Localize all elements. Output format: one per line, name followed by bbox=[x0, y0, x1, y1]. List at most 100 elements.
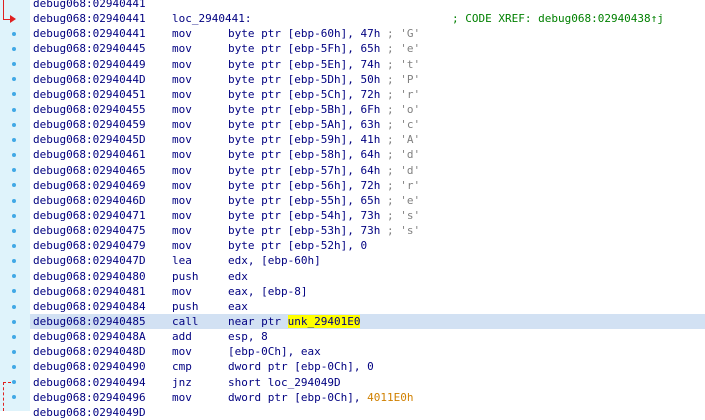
disassembly-listing[interactable]: debug068:02940441 debug068:02940441 loc_29… bbox=[30, 0, 705, 419]
breakpoint-dot[interactable] bbox=[12, 198, 16, 203]
operand-text[interactable]: byte ptr [ebp-58h], 64h bbox=[228, 148, 380, 161]
listing-row[interactable]: debug068:02940469 mov byte ptr [ebp-56h], … bbox=[30, 178, 705, 193]
operands[interactable]: dword ptr [ebp-0Ch], 0 bbox=[228, 359, 374, 374]
listing-row[interactable]: debug068:0294047D lea edx, [ebp-60h] bbox=[30, 253, 705, 268]
address[interactable]: debug068:0294049D bbox=[33, 405, 146, 420]
operands[interactable]: near ptr unk_29401E0 bbox=[228, 314, 361, 329]
address[interactable]: debug068:02940441 bbox=[33, 26, 146, 41]
breakpoint-dot[interactable] bbox=[12, 395, 16, 400]
operands[interactable]: byte ptr [ebp-5Ch], 72h ; 'r' bbox=[228, 87, 420, 102]
operand-text[interactable]: edx, [ebp-60h] bbox=[228, 254, 321, 267]
address[interactable]: debug068:02940455 bbox=[33, 102, 146, 117]
breakpoint-dot[interactable] bbox=[12, 153, 16, 158]
immediate-address[interactable]: 4011E0h bbox=[367, 391, 413, 404]
address[interactable]: debug068:02940445 bbox=[33, 41, 146, 56]
address[interactable]: debug068:02940479 bbox=[33, 238, 146, 253]
operands[interactable]: byte ptr [ebp-58h], 64h ; 'd' bbox=[228, 147, 420, 162]
address[interactable]: debug068:02940441 bbox=[33, 11, 146, 26]
operand-text[interactable]: byte ptr [ebp-5Dh], 50h bbox=[228, 73, 380, 86]
breakpoint-dot[interactable] bbox=[12, 365, 16, 370]
listing-row[interactable]: debug068:0294046D mov byte ptr [ebp-55h], … bbox=[30, 193, 705, 208]
operand-text[interactable]: eax, [ebp-8] bbox=[228, 285, 307, 298]
address[interactable]: debug068:0294048D bbox=[33, 344, 146, 359]
address[interactable]: debug068:02940449 bbox=[33, 57, 146, 72]
breakpoint-dot[interactable] bbox=[12, 92, 16, 97]
address[interactable]: debug068:0294047D bbox=[33, 253, 146, 268]
breakpoint-dot[interactable] bbox=[12, 228, 16, 233]
listing-row[interactable]: debug068:02940471 mov byte ptr [ebp-54h], … bbox=[30, 208, 705, 223]
code-label[interactable]: loc_2940441: bbox=[172, 11, 251, 26]
operands[interactable]: byte ptr [ebp-5Eh], 74h ; 't' bbox=[228, 57, 420, 72]
listing-row[interactable]: debug068:02940441 bbox=[30, 0, 705, 11]
address[interactable]: debug068:02940441 bbox=[33, 0, 146, 11]
listing-row[interactable]: debug068:02940441 mov byte ptr [ebp-60h], … bbox=[30, 26, 705, 41]
operand-text[interactable]: short loc_294049D bbox=[228, 376, 341, 389]
operand-text[interactable]: byte ptr [ebp-5Ch], 72h bbox=[228, 88, 380, 101]
listing-row[interactable]: debug068:0294044D mov byte ptr [ebp-5Dh], … bbox=[30, 72, 705, 87]
address[interactable]: debug068:0294045D bbox=[33, 132, 146, 147]
address[interactable]: debug068:02940461 bbox=[33, 147, 146, 162]
breakpoint-dot[interactable] bbox=[12, 334, 16, 339]
listing-row[interactable]: debug068:02940449 mov byte ptr [ebp-5Eh], … bbox=[30, 57, 705, 72]
listing-row[interactable]: debug068:02940484 push eax bbox=[30, 299, 705, 314]
operands[interactable]: edx, [ebp-60h] bbox=[228, 253, 321, 268]
operand-text[interactable]: byte ptr [ebp-54h], 73h bbox=[228, 209, 380, 222]
address[interactable]: debug068:02940451 bbox=[33, 87, 146, 102]
listing-row[interactable]: debug068:0294045D mov byte ptr [ebp-59h], … bbox=[30, 132, 705, 147]
operand-text[interactable]: esp, 8 bbox=[228, 330, 268, 343]
address[interactable]: debug068:02940459 bbox=[33, 117, 146, 132]
breakpoint-dot[interactable] bbox=[12, 107, 16, 112]
address[interactable]: debug068:0294046D bbox=[33, 193, 146, 208]
operands[interactable]: byte ptr [ebp-5Bh], 6Fh ; 'o' bbox=[228, 102, 420, 117]
listing-row[interactable]: debug068:0294048D mov [ebp-0Ch], eax bbox=[30, 344, 705, 359]
operands[interactable]: dword ptr [ebp-0Ch], 4011E0h bbox=[228, 390, 413, 405]
address[interactable]: debug068:02940469 bbox=[33, 178, 146, 193]
address[interactable]: debug068:02940496 bbox=[33, 390, 146, 405]
listing-row[interactable]: debug068:02940441 loc_2940441: ; CODE XREF… bbox=[30, 11, 705, 26]
operand-text[interactable]: eax bbox=[228, 300, 248, 313]
operand-text[interactable]: dword ptr [ebp-0Ch], 0 bbox=[228, 360, 374, 373]
breakpoint-dot[interactable] bbox=[12, 122, 16, 127]
breakpoint-dot[interactable] bbox=[12, 213, 16, 218]
operand-text[interactable]: byte ptr [ebp-5Ah], 63h bbox=[228, 118, 380, 131]
address[interactable]: debug068:02940485 bbox=[33, 314, 146, 329]
address[interactable]: debug068:02940471 bbox=[33, 208, 146, 223]
operands[interactable]: byte ptr [ebp-53h], 73h ; 's' bbox=[228, 223, 420, 238]
breakpoint-dot[interactable] bbox=[12, 259, 16, 264]
breakpoint-dot[interactable] bbox=[12, 380, 16, 385]
breakpoint-dot[interactable] bbox=[12, 31, 16, 36]
operands[interactable]: eax bbox=[228, 299, 248, 314]
listing-row[interactable]: debug068:02940451 mov byte ptr [ebp-5Ch], … bbox=[30, 87, 705, 102]
address[interactable]: debug068:02940484 bbox=[33, 299, 146, 314]
operand-text[interactable]: dword ptr [ebp-0Ch], bbox=[228, 391, 367, 404]
listing-row[interactable]: debug068:02940481 mov eax, [ebp-8] bbox=[30, 284, 705, 299]
operand-text[interactable]: byte ptr [ebp-5Fh], 65h bbox=[228, 42, 380, 55]
operands[interactable]: byte ptr [ebp-5Dh], 50h ; 'P' bbox=[228, 72, 420, 87]
operand-text[interactable]: byte ptr [ebp-57h], 64h bbox=[228, 164, 380, 177]
operand-text[interactable]: edx bbox=[228, 270, 248, 283]
address[interactable]: debug068:02940465 bbox=[33, 163, 146, 178]
listing-row[interactable]: debug068:02940480 push edx bbox=[30, 269, 705, 284]
address[interactable]: debug068:02940480 bbox=[33, 269, 146, 284]
operands[interactable]: byte ptr [ebp-5Ah], 63h ; 'c' bbox=[228, 117, 420, 132]
operand-text[interactable]: byte ptr [ebp-60h], 47h bbox=[228, 27, 380, 40]
operands[interactable]: esp, 8 bbox=[228, 329, 268, 344]
breakpoint-dot[interactable] bbox=[12, 137, 16, 142]
address[interactable]: debug068:02940481 bbox=[33, 284, 146, 299]
operands[interactable]: byte ptr [ebp-57h], 64h ; 'd' bbox=[228, 163, 420, 178]
operand-text[interactable]: byte ptr [ebp-5Bh], 6Fh bbox=[228, 103, 380, 116]
address[interactable]: debug068:0294048A bbox=[33, 329, 146, 344]
address[interactable]: debug068:02940475 bbox=[33, 223, 146, 238]
operands[interactable]: byte ptr [ebp-54h], 73h ; 's' bbox=[228, 208, 420, 223]
breakpoint-dot[interactable] bbox=[12, 168, 16, 173]
listing-row[interactable]: debug068:02940479 mov byte ptr [ebp-52h], … bbox=[30, 238, 705, 253]
listing-row[interactable]: debug068:02940455 mov byte ptr [ebp-5Bh], … bbox=[30, 102, 705, 117]
listing-row[interactable]: debug068:02940445 mov byte ptr [ebp-5Fh], … bbox=[30, 41, 705, 56]
breakpoint-dot[interactable] bbox=[12, 289, 16, 294]
breakpoint-dot[interactable] bbox=[12, 62, 16, 67]
address[interactable]: debug068:0294044D bbox=[33, 72, 146, 87]
breakpoint-dot[interactable] bbox=[12, 183, 16, 188]
xref-comment[interactable]: ; CODE XREF: debug068:02940438↑j bbox=[452, 11, 664, 26]
listing-row[interactable]: debug068:02940494 jnz short loc_294049D bbox=[30, 375, 705, 390]
breakpoint-dot[interactable] bbox=[12, 274, 16, 279]
